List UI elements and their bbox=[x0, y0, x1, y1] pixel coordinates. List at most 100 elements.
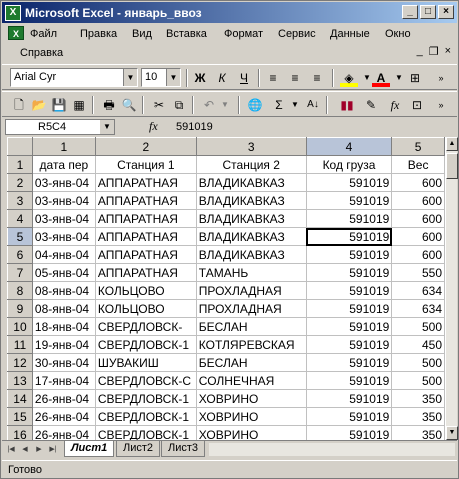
cell[interactable]: ВЛАДИКАВКАЗ bbox=[195, 173, 307, 192]
font-size-combo[interactable]: 10 ▼ bbox=[141, 68, 181, 87]
row-header[interactable]: 15 bbox=[7, 407, 33, 426]
cell[interactable]: 591019 bbox=[305, 353, 393, 372]
chevron-down-icon[interactable]: ▼ bbox=[216, 96, 234, 114]
cell[interactable]: 450 bbox=[391, 335, 445, 354]
cell[interactable]: 591019 bbox=[305, 209, 393, 228]
row-header[interactable]: 1 bbox=[7, 155, 33, 174]
new-document-icon[interactable]: 🗋 bbox=[10, 96, 28, 114]
cell[interactable]: 591019 bbox=[305, 299, 393, 318]
cell[interactable]: 600 bbox=[391, 227, 445, 246]
cell[interactable]: КОЛЬЦОВО bbox=[94, 281, 197, 300]
cell[interactable]: СВЕРДЛОВСК-С bbox=[94, 371, 197, 390]
prev-sheet-icon[interactable]: ◀ bbox=[19, 443, 31, 456]
print-preview-icon[interactable]: 🔍 bbox=[120, 96, 138, 114]
cell[interactable]: 591019 bbox=[305, 371, 393, 390]
cell[interactable]: 591019 bbox=[305, 389, 393, 408]
cell[interactable]: СВЕРДЛОВСК-1 bbox=[94, 425, 197, 440]
cell[interactable]: 591019 bbox=[305, 191, 393, 210]
font-color-icon[interactable]: A bbox=[372, 69, 390, 87]
cell[interactable]: 591019 bbox=[305, 281, 393, 300]
permission-icon[interactable]: ▦ bbox=[70, 96, 88, 114]
cell[interactable]: 03-янв-04 bbox=[31, 173, 96, 192]
column-header[interactable]: 4 bbox=[305, 137, 393, 156]
cell[interactable]: 600 bbox=[391, 191, 445, 210]
active-cell[interactable]: 591019 bbox=[305, 227, 393, 246]
cell[interactable]: 350 bbox=[391, 407, 445, 426]
sort-ascending-icon[interactable]: A↓ bbox=[304, 96, 322, 114]
workbook-icon[interactable]: X bbox=[8, 26, 24, 40]
menu-edit[interactable]: Правка bbox=[78, 25, 119, 43]
cell[interactable]: 26-янв-04 bbox=[31, 425, 96, 440]
cell[interactable]: ВЛАДИКАВКАЗ bbox=[195, 245, 307, 264]
toolbar-options-icon[interactable]: » bbox=[432, 69, 450, 87]
cut-icon[interactable]: ✂ bbox=[150, 96, 168, 114]
row-header[interactable]: 14 bbox=[7, 389, 33, 408]
cell[interactable]: 591019 bbox=[305, 173, 393, 192]
row-header[interactable]: 10 bbox=[7, 317, 33, 336]
underline-button[interactable]: Ч bbox=[235, 69, 253, 87]
cell[interactable]: АППАРАТНАЯ bbox=[94, 191, 197, 210]
scroll-down-icon[interactable]: ▼ bbox=[446, 426, 458, 440]
formula-input[interactable]: 591019 bbox=[176, 119, 213, 135]
cell[interactable]: 600 bbox=[391, 173, 445, 192]
cell[interactable]: БЕСЛАН bbox=[195, 353, 307, 372]
insert-function-icon[interactable]: fx bbox=[386, 96, 404, 114]
cell[interactable]: КОЛЬЦОВО bbox=[94, 299, 197, 318]
cell[interactable]: АППАРАТНАЯ bbox=[94, 173, 197, 192]
scroll-thumb[interactable] bbox=[446, 153, 458, 179]
tab-sheet3[interactable]: Лист3 bbox=[161, 441, 206, 457]
align-right-icon[interactable]: ≡ bbox=[308, 69, 326, 87]
cell[interactable]: 591019 bbox=[305, 407, 393, 426]
maximize-button[interactable]: □ bbox=[420, 5, 436, 19]
row-header[interactable]: 3 bbox=[7, 191, 33, 210]
tab-sheet2[interactable]: Лист2 bbox=[116, 441, 161, 457]
menu-format[interactable]: Формат bbox=[222, 25, 265, 43]
next-sheet-icon[interactable]: ▶ bbox=[33, 443, 45, 456]
open-folder-icon[interactable]: 📂 bbox=[30, 96, 48, 114]
cell[interactable]: 634 bbox=[391, 281, 445, 300]
cell[interactable]: СОЛНЕЧНАЯ bbox=[195, 371, 307, 390]
insert-function-icon[interactable]: fx bbox=[149, 119, 158, 134]
doc-restore-icon[interactable]: ❐ bbox=[429, 45, 439, 58]
scroll-up-icon[interactable]: ▲ bbox=[446, 137, 458, 151]
cell[interactable]: 591019 bbox=[305, 335, 393, 354]
cell[interactable]: 08-янв-04 bbox=[31, 281, 96, 300]
cell[interactable]: 500 bbox=[391, 371, 445, 390]
row-header[interactable]: 7 bbox=[7, 263, 33, 282]
cell[interactable]: КОТЛЯРЕВСКАЯ bbox=[195, 335, 307, 354]
cell[interactable]: дата пер bbox=[31, 155, 96, 174]
row-header[interactable]: 6 bbox=[7, 245, 33, 264]
cell[interactable]: 26-янв-04 bbox=[31, 389, 96, 408]
chart-wizard-icon[interactable]: ▮▮ bbox=[338, 96, 356, 114]
cell[interactable]: Вес bbox=[391, 155, 445, 174]
row-header[interactable]: 5 bbox=[7, 227, 33, 246]
menu-help[interactable]: Справка bbox=[18, 44, 65, 62]
cell[interactable]: 600 bbox=[391, 209, 445, 228]
align-left-icon[interactable]: ≡ bbox=[264, 69, 282, 87]
cell[interactable]: ВЛАДИКАВКАЗ bbox=[195, 209, 307, 228]
cell[interactable]: 591019 bbox=[305, 317, 393, 336]
cell[interactable]: СВЕРДЛОВСК- bbox=[94, 317, 197, 336]
row-header[interactable]: 2 bbox=[7, 173, 33, 192]
row-header[interactable]: 12 bbox=[7, 353, 33, 372]
row-header[interactable]: 4 bbox=[7, 209, 33, 228]
font-name-combo[interactable]: Arial Cyr ▼ bbox=[10, 68, 138, 87]
drawing-icon[interactable]: ✎ bbox=[362, 96, 380, 114]
hyperlink-icon[interactable]: 🌐 bbox=[246, 96, 264, 114]
cell[interactable]: 591019 bbox=[305, 245, 393, 264]
cell[interactable]: ТАМАНЬ bbox=[195, 263, 307, 282]
row-header[interactable]: 11 bbox=[7, 335, 33, 354]
save-icon[interactable]: 💾 bbox=[50, 96, 68, 114]
print-icon[interactable]: 🖶 bbox=[100, 96, 118, 114]
cell[interactable]: 550 bbox=[391, 263, 445, 282]
cell[interactable]: ХОВРИНО bbox=[195, 407, 307, 426]
row-header[interactable]: 8 bbox=[7, 281, 33, 300]
cell[interactable]: СВЕРДЛОВСК-1 bbox=[94, 389, 197, 408]
align-center-icon[interactable]: ≡ bbox=[286, 69, 304, 87]
doc-close-icon[interactable]: × bbox=[445, 45, 451, 58]
cell[interactable]: ХОВРИНО bbox=[195, 389, 307, 408]
cell[interactable]: 08-янв-04 bbox=[31, 299, 96, 318]
cell[interactable]: 18-янв-04 bbox=[31, 317, 96, 336]
column-header[interactable]: 2 bbox=[94, 137, 197, 156]
menu-data[interactable]: Данные bbox=[328, 25, 372, 43]
